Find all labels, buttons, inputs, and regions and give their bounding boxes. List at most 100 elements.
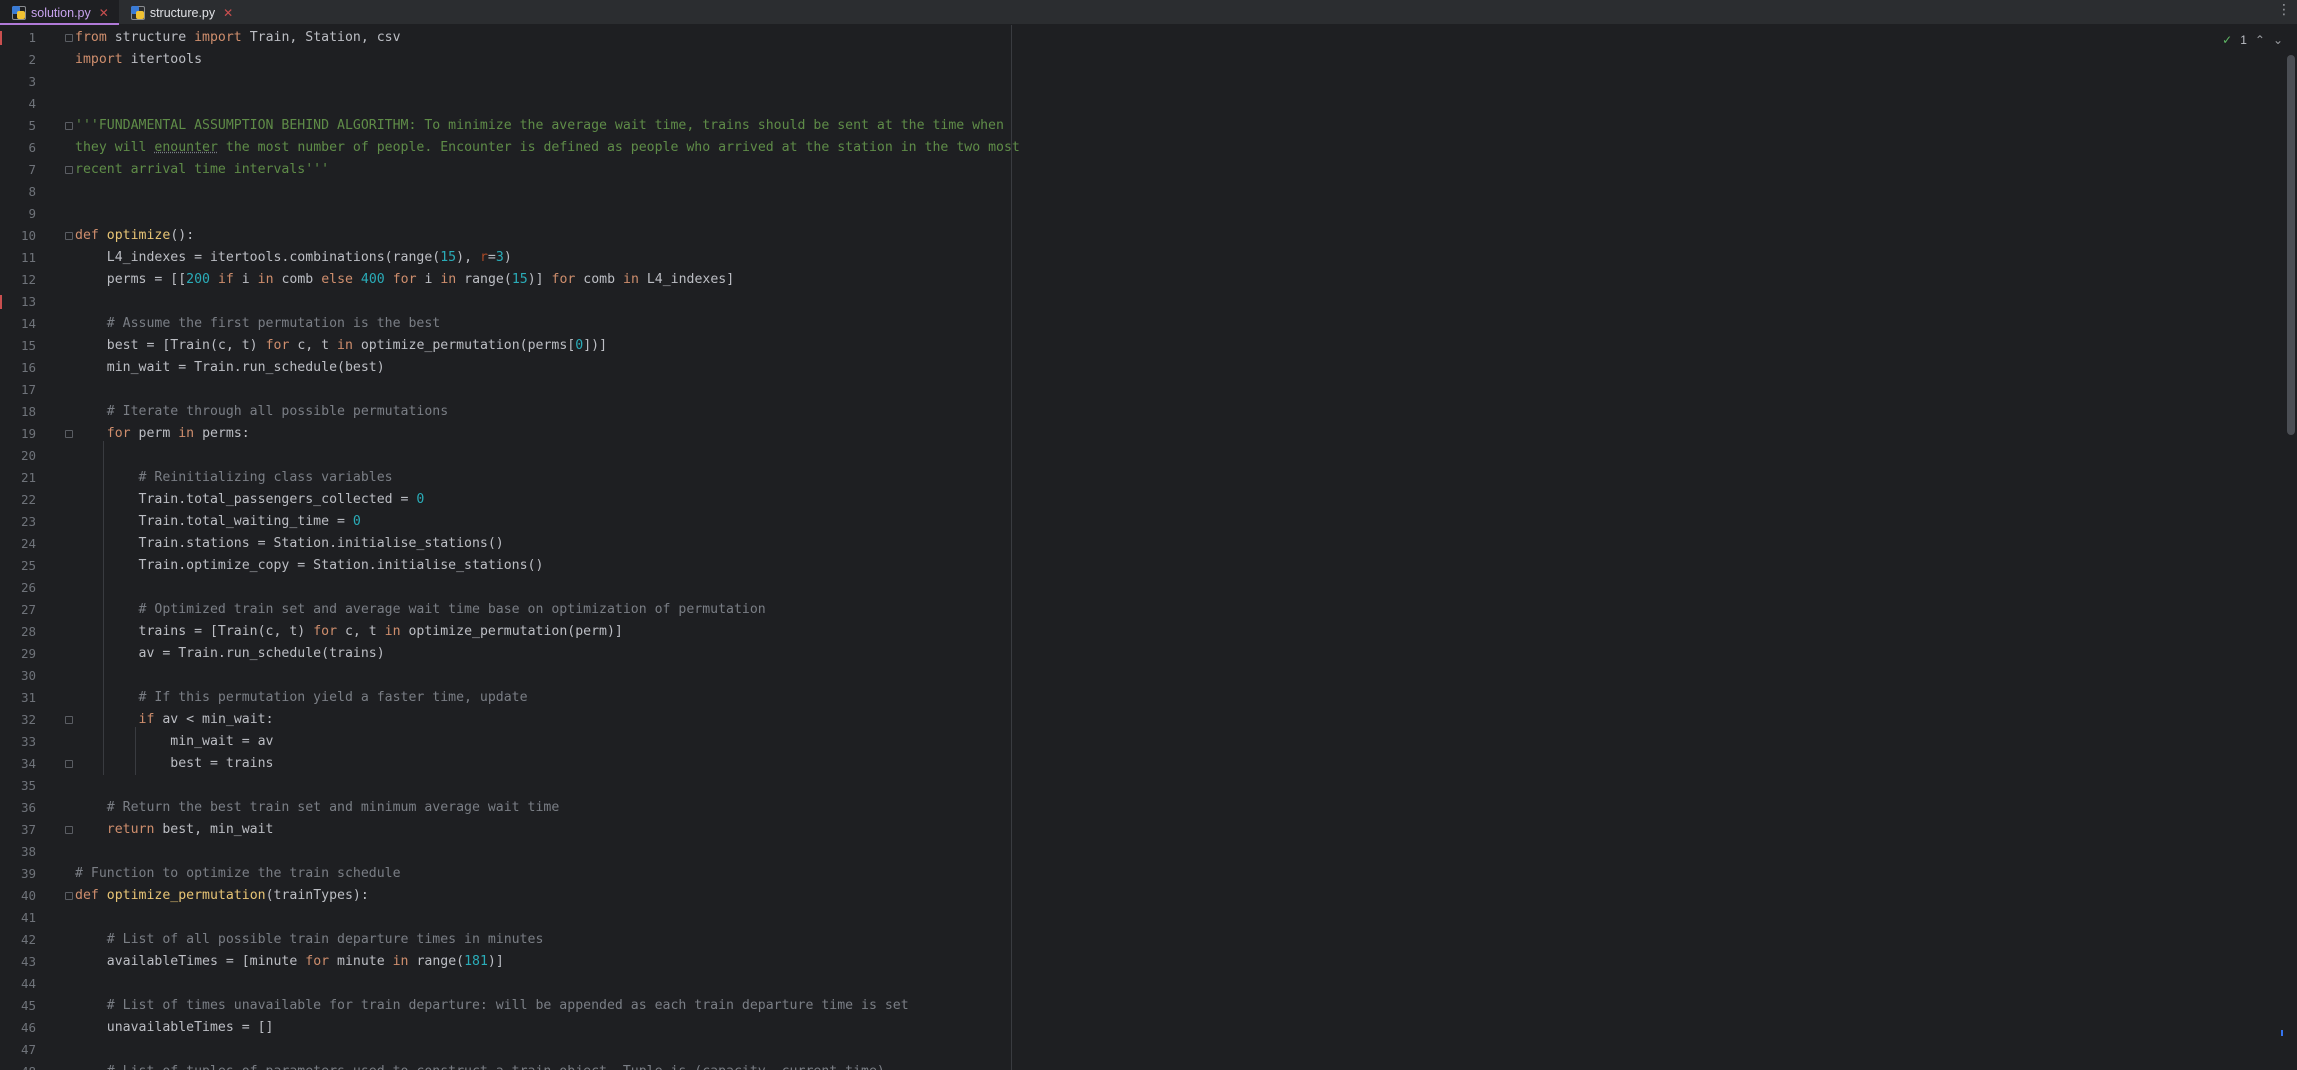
fold-marker-icon[interactable] bbox=[65, 34, 73, 42]
code-line[interactable]: for perm in perms: bbox=[75, 423, 250, 445]
line-number: 38 bbox=[20, 844, 36, 859]
code-token: # List of all possible train departure t… bbox=[75, 932, 544, 947]
code-line[interactable]: Train.total_waiting_time = 0 bbox=[75, 511, 361, 533]
fold-marker-icon[interactable] bbox=[65, 232, 73, 240]
code-token: unavailableTimes = [] bbox=[75, 1020, 274, 1035]
fold-marker-icon[interactable] bbox=[65, 826, 73, 834]
code-line[interactable]: availableTimes = [minute for minute in r… bbox=[75, 951, 504, 973]
line-number: 9 bbox=[28, 206, 36, 221]
fold-marker-icon[interactable] bbox=[65, 716, 73, 724]
code-line[interactable]: L4_indexes = itertools.combinations(rang… bbox=[75, 247, 512, 269]
tab-solution-py[interactable]: solution.py ✕ bbox=[0, 0, 119, 25]
code-line[interactable]: Train.stations = Station.initialise_stat… bbox=[75, 533, 504, 555]
code-line[interactable]: '''FUNDAMENTAL ASSUMPTION BEHIND ALGORIT… bbox=[75, 115, 1004, 137]
code-line[interactable]: perms = [[200 if i in comb else 400 for … bbox=[75, 269, 734, 291]
code-line[interactable]: best = [Train(c, t) for c, t in optimize… bbox=[75, 335, 607, 357]
code-area[interactable]: from structure import Train, Station, cs… bbox=[75, 25, 1020, 1070]
code-token: c, t bbox=[289, 338, 338, 353]
code-line[interactable]: # List of tuples of parameters used to c… bbox=[75, 1061, 885, 1070]
code-line[interactable]: # Optimized train set and average wait t… bbox=[75, 599, 766, 621]
code-token: 400 bbox=[360, 272, 385, 287]
fold-marker-icon[interactable] bbox=[65, 122, 73, 130]
code-token: for bbox=[392, 272, 417, 287]
code-line[interactable]: def optimize(): bbox=[75, 225, 194, 247]
python-file-icon bbox=[130, 5, 145, 20]
line-number: 16 bbox=[20, 360, 36, 375]
vertical-scrollbar[interactable] bbox=[2283, 25, 2297, 1070]
line-number: 15 bbox=[20, 338, 36, 353]
code-line[interactable]: unavailableTimes = [] bbox=[75, 1017, 274, 1039]
code-line[interactable]: # Return the best train set and minimum … bbox=[75, 797, 560, 819]
line-number: 13 bbox=[20, 294, 36, 309]
code-token: # Assume the first permutation is the be… bbox=[75, 316, 441, 331]
code-token: # Return the best train set and minimum … bbox=[75, 800, 560, 815]
code-line[interactable]: Train.total_passengers_collected = 0 bbox=[75, 489, 425, 511]
close-tab-icon[interactable]: ✕ bbox=[223, 6, 233, 20]
code-token: the most number of people. Encounter is … bbox=[217, 140, 1020, 155]
previous-highlight-icon[interactable]: ⌃ bbox=[2255, 33, 2265, 47]
code-line[interactable]: return best, min_wait bbox=[75, 819, 274, 841]
next-highlight-icon[interactable]: ⌄ bbox=[2273, 33, 2283, 47]
code-line[interactable]: # Iterate through all possible permutati… bbox=[75, 401, 448, 423]
code-line[interactable]: min_wait = av bbox=[75, 731, 273, 753]
code-line[interactable]: best = trains bbox=[75, 753, 273, 775]
code-editor[interactable]: 1 2 3 4 5 6 7 8 9 10 11 12 13 14 15 16 17 18 19 20 21 22 23 24 2… bbox=[0, 25, 2297, 1070]
code-token: in bbox=[440, 272, 457, 287]
code-token: in bbox=[623, 272, 639, 287]
fold-marker-icon[interactable] bbox=[65, 166, 73, 174]
tab-structure-py[interactable]: structure.py ✕ bbox=[119, 0, 243, 25]
fold-marker-icon[interactable] bbox=[65, 892, 73, 900]
more-options-icon[interactable]: ⋮ bbox=[2277, 2, 2291, 18]
code-line[interactable]: trains = [Train(c, t) for c, t in optimi… bbox=[75, 621, 623, 643]
code-line[interactable]: # Reinitializing class variables bbox=[75, 467, 393, 489]
line-number: 44 bbox=[20, 976, 36, 991]
code-line[interactable]: # List of times unavailable for train de… bbox=[75, 995, 909, 1017]
code-token: 0 bbox=[416, 492, 425, 507]
code-token: (trainTypes): bbox=[265, 888, 369, 903]
code-token: range( bbox=[456, 272, 512, 287]
code-line[interactable]: # Function to optimize the train schedul… bbox=[75, 863, 401, 885]
fold-marker-icon[interactable] bbox=[65, 430, 73, 438]
code-token: # Optimized train set and average wait t… bbox=[75, 602, 766, 617]
tab-label: structure.py bbox=[149, 5, 216, 20]
code-line[interactable]: def optimize_permutation(trainTypes): bbox=[75, 885, 369, 907]
code-token: optimize_permutation(perms[ bbox=[352, 338, 576, 353]
code-line[interactable]: Train.optimize_copy = Station.initialise… bbox=[75, 555, 544, 577]
line-number: 7 bbox=[28, 162, 36, 177]
line-number: 29 bbox=[20, 646, 36, 661]
fold-marker-icon[interactable] bbox=[65, 760, 73, 768]
code-line[interactable]: if av < min_wait: bbox=[75, 709, 274, 731]
code-line[interactable]: recent arrival time intervals''' bbox=[75, 159, 329, 181]
code-line[interactable]: min_wait = Train.run_schedule(best) bbox=[75, 357, 385, 379]
line-number: 45 bbox=[20, 998, 36, 1013]
inspection-count: 1 bbox=[2240, 33, 2247, 47]
code-token: av = Train.run_schedule(trains) bbox=[75, 646, 385, 661]
code-line[interactable]: # Assume the first permutation is the be… bbox=[75, 313, 440, 335]
code-line[interactable]: they will enounter the most number of pe… bbox=[75, 137, 1020, 159]
inspection-widget[interactable]: ✓ 1 ⌃ ⌄ bbox=[2222, 33, 2283, 47]
close-tab-icon[interactable]: ✕ bbox=[99, 6, 109, 20]
code-line[interactable]: from structure import Train, Station, cs… bbox=[75, 27, 401, 49]
code-token: best, min_wait bbox=[154, 822, 274, 837]
code-token: optimize bbox=[106, 228, 171, 243]
code-token: av < min_wait: bbox=[154, 712, 274, 727]
code-token: structure bbox=[106, 30, 195, 45]
code-line[interactable]: # List of all possible train departure t… bbox=[75, 929, 544, 951]
line-number: 40 bbox=[20, 888, 36, 903]
code-token: Train.stations = Station.initialise_stat… bbox=[75, 536, 504, 551]
code-token: minute bbox=[329, 954, 393, 969]
code-line[interactable]: # If this permutation yield a faster tim… bbox=[75, 687, 528, 709]
line-number: 2 bbox=[28, 52, 36, 67]
scrollbar-thumb[interactable] bbox=[2287, 55, 2295, 435]
code-line[interactable]: import itertools bbox=[75, 49, 202, 71]
code-line[interactable]: av = Train.run_schedule(trains) bbox=[75, 643, 385, 665]
line-number: 34 bbox=[20, 756, 36, 771]
code-token: ) bbox=[503, 250, 512, 265]
line-number: 42 bbox=[20, 932, 36, 947]
code-token: in bbox=[178, 426, 195, 441]
code-token: 0 bbox=[352, 514, 361, 529]
